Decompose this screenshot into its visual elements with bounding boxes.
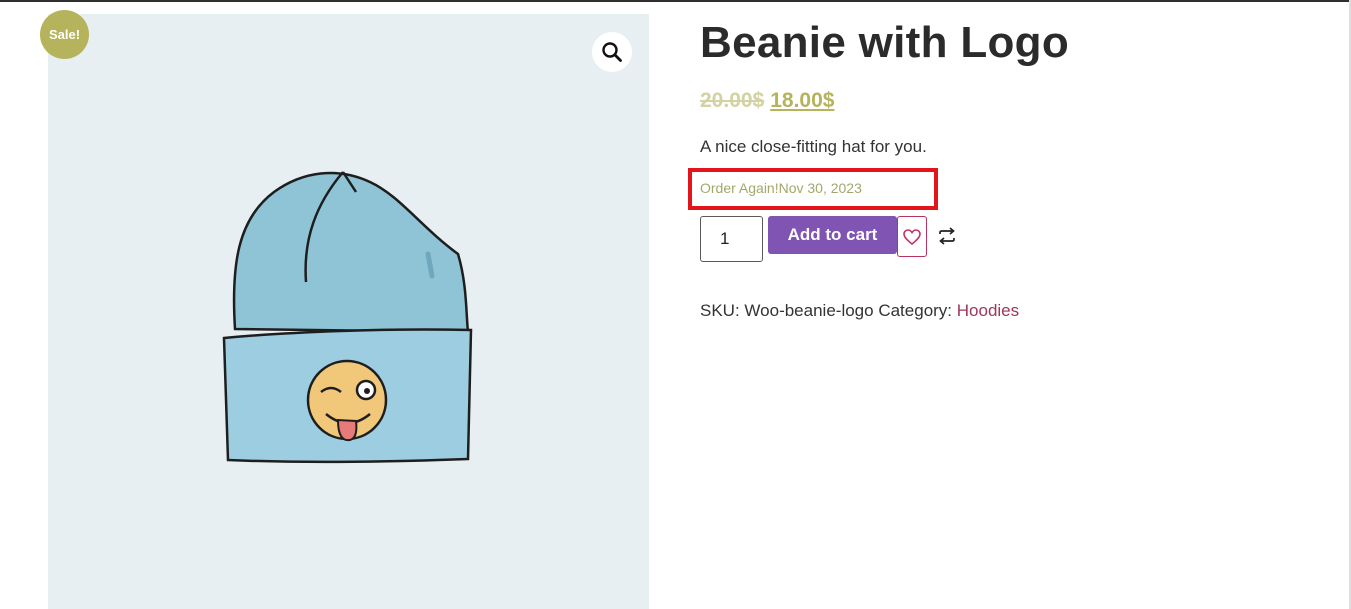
sale-badge: Sale! [40,10,89,59]
category-label: Category: [878,301,953,320]
compare-button[interactable] [936,225,958,247]
short-description: A nice close-fitting hat for you. [700,137,927,156]
regular-price: 20.00$ [700,89,765,112]
quantity-input[interactable] [700,216,763,262]
sale-price: 18.00$ [770,89,835,112]
heart-icon [903,228,921,245]
sku-label: SKU: [700,301,740,320]
magnifier-icon [602,42,622,62]
wishlist-button[interactable] [897,216,927,257]
beanie-illustration [222,171,473,464]
product-image[interactable] [48,14,649,609]
product-meta: SKU: Woo-beanie-logo Category: Hoodies [700,301,1019,321]
top-border [0,0,1351,2]
product-price: 20.00$ 18.00$ [700,89,834,113]
category-link[interactable]: Hoodies [957,301,1019,320]
compare-arrows-icon [939,227,955,245]
sku-value: Woo-beanie-logo [744,301,874,320]
order-again-notice: Order Again!Nov 30, 2023 [700,180,862,196]
product-title: Beanie with Logo [700,18,1070,67]
add-to-cart-button[interactable]: Add to cart [768,216,897,254]
zoom-button[interactable] [592,32,632,72]
